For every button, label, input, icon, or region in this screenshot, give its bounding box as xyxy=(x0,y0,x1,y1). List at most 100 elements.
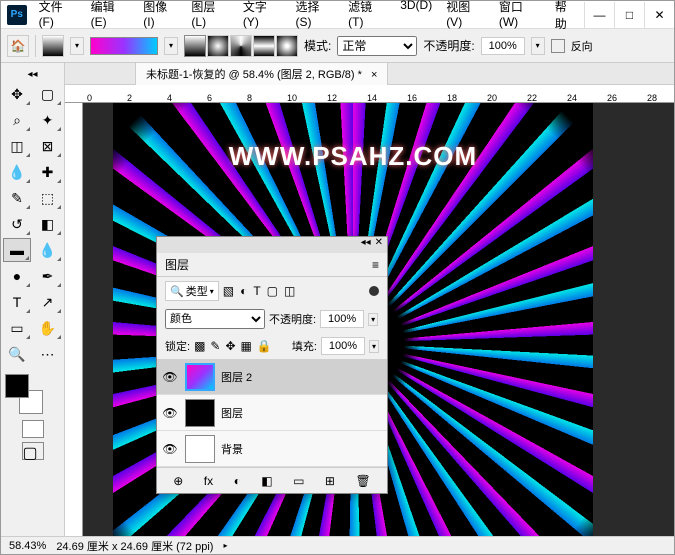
eyedropper-tool[interactable]: 💧 xyxy=(3,160,31,184)
status-more-icon[interactable]: ▸ xyxy=(223,541,227,550)
visibility-icon[interactable]: 👁 xyxy=(161,370,179,384)
move-tool[interactable]: ✥ xyxy=(3,82,31,106)
layer-blend-mode-select[interactable]: 颜色 xyxy=(165,309,265,329)
lock-all-icon[interactable]: 🔒 xyxy=(257,339,272,353)
angle-gradient-icon[interactable] xyxy=(230,35,252,57)
history-brush-tool[interactable]: ↺ xyxy=(3,212,31,236)
document-tab[interactable]: 未标题-1-恢复的 @ 58.4% (图层 2, RGB/8) * × xyxy=(135,62,388,85)
tool-preset-icon[interactable] xyxy=(42,35,64,57)
minimize-button[interactable]: — xyxy=(584,2,614,28)
menu-layer[interactable]: 图层(L) xyxy=(185,0,234,35)
filter-adjust-icon[interactable]: ◐ xyxy=(240,284,247,298)
panel-titlebar[interactable]: ◂◂ ✕ xyxy=(157,237,387,253)
linear-gradient-icon[interactable] xyxy=(184,35,206,57)
layer-name[interactable]: 背景 xyxy=(221,441,383,457)
adjustment-icon[interactable]: ◧ xyxy=(261,474,272,488)
menu-file[interactable]: 文件(F) xyxy=(33,0,83,35)
layer-opacity-label: 不透明度: xyxy=(269,311,316,327)
layer-thumbnail[interactable] xyxy=(185,435,215,463)
toolbar-collapse-icon[interactable]: ◂◂ xyxy=(3,67,62,82)
panel-close-icon[interactable]: ✕ xyxy=(375,237,383,253)
maximize-button[interactable]: □ xyxy=(614,2,644,28)
layer-item[interactable]: 👁 背景 xyxy=(157,431,387,467)
frame-tool[interactable]: ⊠ xyxy=(34,134,62,158)
lock-position-icon[interactable]: ✥ xyxy=(225,339,235,353)
crop-tool[interactable]: ◫ xyxy=(3,134,31,158)
diamond-gradient-icon[interactable] xyxy=(276,35,298,57)
layer-name[interactable]: 图层 xyxy=(221,405,383,421)
link-layers-icon[interactable]: ⊕ xyxy=(173,474,183,488)
menu-select[interactable]: 选择(S) xyxy=(289,0,340,35)
healing-tool[interactable]: ✚ xyxy=(34,160,62,184)
dodge-tool[interactable]: ● xyxy=(3,264,31,288)
visibility-icon[interactable]: 👁 xyxy=(161,442,179,456)
type-tool[interactable]: T xyxy=(3,290,31,314)
opacity-dropdown[interactable]: ▾ xyxy=(531,37,545,55)
zoom-tool[interactable]: 🔍 xyxy=(3,342,31,366)
zoom-level[interactable]: 58.43% xyxy=(9,540,46,552)
menu-window[interactable]: 窗口(W) xyxy=(493,0,547,35)
filter-shape-icon[interactable]: ▢ xyxy=(267,284,278,298)
layer-filter-type[interactable]: 🔍 类型 ▾ xyxy=(165,281,219,301)
layers-tab[interactable]: 图层 xyxy=(165,256,189,273)
tool-preset-dropdown[interactable]: ▾ xyxy=(70,37,84,55)
path-tool[interactable]: ↗ xyxy=(34,290,62,314)
hand-tool[interactable]: ✋ xyxy=(34,316,62,340)
radial-gradient-icon[interactable] xyxy=(207,35,229,57)
screenmode-icon[interactable]: ▢ xyxy=(22,442,44,460)
mask-icon[interactable]: ◐ xyxy=(234,474,241,488)
filter-toggle[interactable] xyxy=(369,286,379,296)
layer-opacity-input[interactable] xyxy=(320,310,364,328)
filter-type-icon[interactable]: T xyxy=(253,284,260,298)
clone-tool[interactable]: ⬚ xyxy=(34,186,62,210)
fx-icon[interactable]: fx xyxy=(204,474,213,488)
layer-name[interactable]: 图层 2 xyxy=(221,369,383,385)
menu-filter[interactable]: 滤镜(T) xyxy=(342,0,392,35)
close-tab-icon[interactable]: × xyxy=(371,69,377,81)
reverse-checkbox[interactable] xyxy=(551,39,565,53)
new-layer-icon[interactable]: ⊞ xyxy=(325,474,335,488)
close-button[interactable]: ✕ xyxy=(644,2,674,28)
layer-item[interactable]: 👁 图层 2 xyxy=(157,359,387,395)
blur-tool[interactable]: 💧 xyxy=(34,238,62,262)
reflected-gradient-icon[interactable] xyxy=(253,35,275,57)
brush-tool[interactable]: ✎ xyxy=(3,186,31,210)
edit-toolbar[interactable]: ⋯ xyxy=(34,342,62,366)
magic-wand-tool[interactable]: ✦ xyxy=(34,108,62,132)
menu-image[interactable]: 图像(I) xyxy=(137,0,183,35)
visibility-icon[interactable]: 👁 xyxy=(161,406,179,420)
gradient-preview[interactable] xyxy=(90,37,158,55)
pen-tool[interactable]: ✒ xyxy=(34,264,62,288)
artboard-tool[interactable]: ▢ xyxy=(34,82,62,106)
panel-collapse-icon[interactable]: ◂◂ xyxy=(361,237,371,253)
quickmask-icon[interactable] xyxy=(22,420,44,438)
menu-view[interactable]: 视图(V) xyxy=(440,0,491,35)
group-icon[interactable]: ▭ xyxy=(293,474,304,488)
eraser-tool[interactable]: ◧ xyxy=(34,212,62,236)
opacity-input[interactable] xyxy=(481,37,525,55)
menu-type[interactable]: 文字(Y) xyxy=(237,0,288,35)
foreground-color[interactable] xyxy=(5,374,29,398)
menu-3d[interactable]: 3D(D) xyxy=(394,0,438,35)
home-icon[interactable]: 🏠 xyxy=(7,35,29,57)
opacity-dd-icon[interactable]: ▾ xyxy=(368,313,378,326)
layer-thumbnail[interactable] xyxy=(185,363,215,391)
filter-smart-icon[interactable]: ◫ xyxy=(284,284,295,298)
layer-thumbnail[interactable] xyxy=(185,399,215,427)
layer-fill-input[interactable] xyxy=(321,337,365,355)
lock-transparency-icon[interactable]: ▩ xyxy=(194,339,205,353)
shape-tool[interactable]: ▭ xyxy=(3,316,31,340)
filter-pixel-icon[interactable]: ▧ xyxy=(223,284,234,298)
gradient-tool[interactable]: ▬ xyxy=(3,238,31,262)
panel-menu-icon[interactable]: ≡ xyxy=(372,258,379,272)
lock-paint-icon[interactable]: ✎ xyxy=(210,339,220,353)
menu-help[interactable]: 帮助 xyxy=(549,0,584,35)
delete-layer-icon[interactable]: 🗑 xyxy=(355,474,370,488)
fill-dd-icon[interactable]: ▾ xyxy=(369,340,379,353)
lock-artboard-icon[interactable]: ▦ xyxy=(241,339,252,353)
blend-mode-select[interactable]: 正常 xyxy=(337,36,417,56)
layer-item[interactable]: 👁 图层 xyxy=(157,395,387,431)
menu-edit[interactable]: 编辑(E) xyxy=(85,0,136,35)
lasso-tool[interactable]: ⌕ xyxy=(3,108,31,132)
gradient-dropdown[interactable]: ▾ xyxy=(164,37,178,55)
